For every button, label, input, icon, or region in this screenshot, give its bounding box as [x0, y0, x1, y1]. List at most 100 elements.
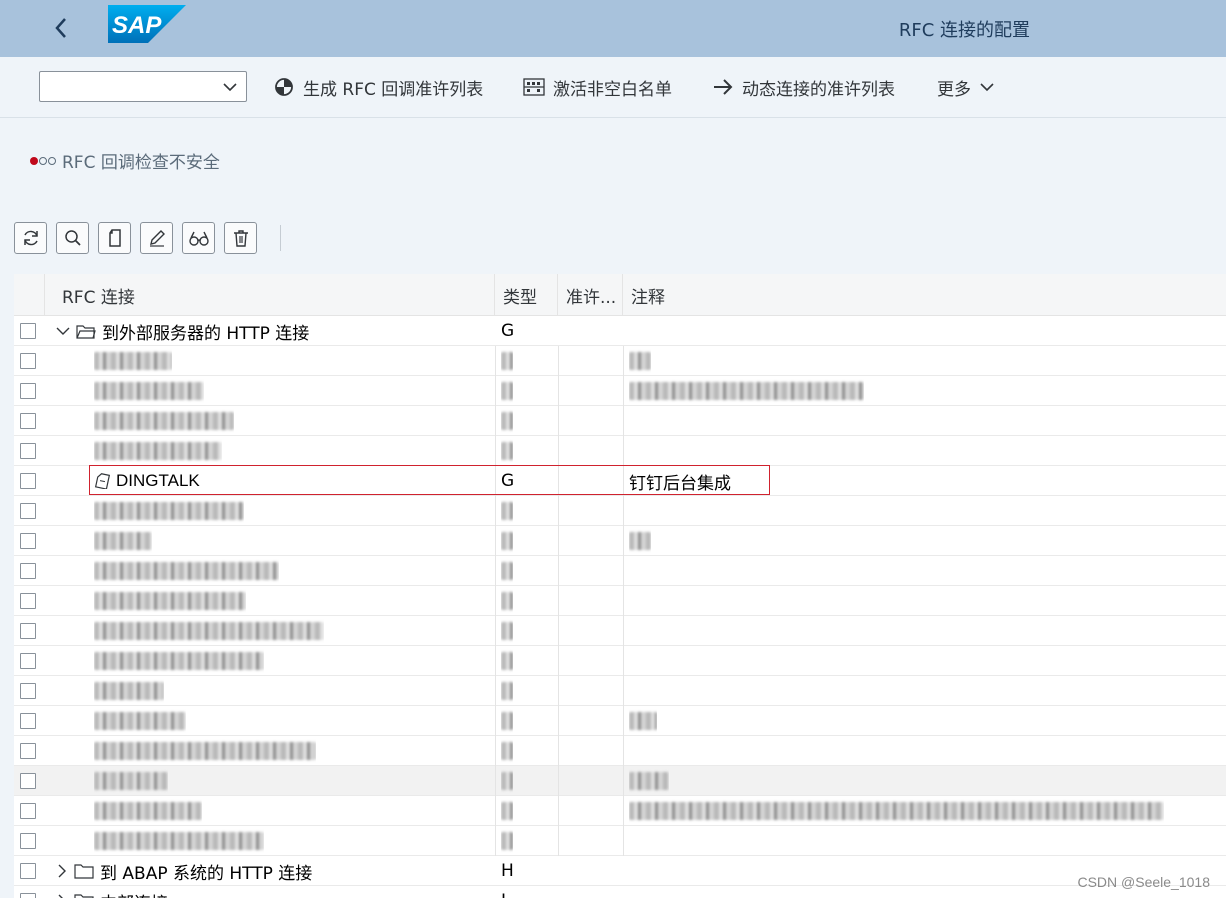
search-button[interactable] [56, 222, 89, 254]
app-toolbar: 生成 RFC 回调准许列表 激活非空白名单 动态连接的准许列表 更多 [0, 57, 1226, 118]
table-row[interactable]: DINGTALK G 钉钉后台集成 [14, 466, 1226, 496]
table-row[interactable] [14, 706, 1226, 736]
generate-callback-list-label: 生成 RFC 回调准许列表 [303, 79, 484, 100]
group-type: I [501, 886, 506, 898]
table-row[interactable] [14, 556, 1226, 586]
row-checkbox[interactable] [20, 503, 36, 519]
column-divider [495, 796, 496, 826]
connection-comment [629, 796, 1164, 826]
table-row[interactable] [14, 676, 1226, 706]
row-checkbox[interactable] [20, 863, 36, 879]
column-divider [623, 616, 624, 646]
column-divider [623, 496, 624, 526]
row-checkbox[interactable] [20, 473, 36, 489]
row-checkbox[interactable] [20, 443, 36, 459]
row-checkbox[interactable] [20, 743, 36, 759]
tree-toolbar [14, 222, 281, 254]
tree-group-row[interactable]: 内部连接 I [14, 886, 1226, 898]
column-header-type[interactable]: 类型 [495, 274, 558, 316]
refresh-icon [23, 230, 38, 246]
redacted-name [94, 502, 244, 520]
chevron-down-icon[interactable] [56, 325, 70, 337]
create-button[interactable] [98, 222, 131, 254]
table-row[interactable] [14, 586, 1226, 616]
table-row[interactable] [14, 616, 1226, 646]
table-row[interactable] [14, 796, 1226, 826]
column-divider [623, 466, 624, 496]
chevron-right-icon[interactable] [56, 864, 68, 878]
column-divider [558, 586, 559, 616]
delete-button[interactable] [224, 222, 257, 254]
row-checkbox[interactable] [20, 623, 36, 639]
row-checkbox[interactable] [20, 353, 36, 369]
row-checkbox[interactable] [20, 683, 36, 699]
display-button[interactable] [182, 222, 215, 254]
connection-name-cell [94, 766, 168, 796]
column-divider [558, 526, 559, 556]
chevron-right-icon[interactable] [56, 894, 68, 898]
table-row[interactable] [14, 496, 1226, 526]
connection-name-cell [94, 616, 324, 646]
table-row[interactable] [14, 736, 1226, 766]
row-checkbox[interactable] [20, 323, 36, 339]
table-row[interactable] [14, 376, 1226, 406]
redacted-name [94, 802, 202, 820]
table-row[interactable] [14, 646, 1226, 676]
row-checkbox[interactable] [20, 413, 36, 429]
column-divider [623, 706, 624, 736]
row-checkbox[interactable] [20, 893, 36, 898]
row-checkbox[interactable] [20, 533, 36, 549]
column-divider [558, 796, 559, 826]
row-checkbox[interactable] [20, 383, 36, 399]
tree-group-row[interactable]: 到 ABAP 系统的 HTTP 连接 H [14, 856, 1226, 886]
column-divider [495, 706, 496, 736]
connection-name-cell [94, 406, 234, 436]
table-row[interactable] [14, 526, 1226, 556]
list-grid-icon [523, 76, 545, 98]
table-row[interactable] [14, 766, 1226, 796]
connection-name-cell [94, 646, 264, 676]
status-text: RFC 回调检查不安全 [62, 153, 220, 173]
redacted-name [94, 532, 152, 550]
connection-type [501, 616, 513, 646]
row-checkbox[interactable] [20, 713, 36, 729]
column-divider [495, 676, 496, 706]
column-header-comment[interactable]: 注释 [623, 274, 1226, 316]
column-header-rfc[interactable]: RFC 连接 [45, 274, 495, 316]
activate-whitelist-button[interactable]: 激活非空白名单 [523, 74, 672, 100]
column-divider [623, 376, 624, 406]
connection-comment: 钉钉后台集成 [629, 473, 731, 494]
table-row[interactable] [14, 406, 1226, 436]
connection-name-cell [94, 676, 164, 706]
connection-comment [629, 706, 657, 736]
refresh-button[interactable] [14, 222, 47, 254]
connection-type [501, 706, 513, 736]
row-checkbox[interactable] [20, 773, 36, 789]
row-checkbox[interactable] [20, 563, 36, 579]
generate-callback-list-button[interactable]: 生成 RFC 回调准许列表 [273, 74, 483, 100]
row-checkbox[interactable] [20, 803, 36, 819]
connection-type [501, 676, 513, 706]
connection-comment [629, 376, 864, 406]
row-checkbox[interactable] [20, 833, 36, 849]
column-divider [558, 766, 559, 796]
tree-group-row[interactable]: 到外部服务器的 HTTP 连接 G [14, 316, 1226, 346]
pencil-icon [149, 230, 165, 247]
table-row[interactable] [14, 436, 1226, 466]
column-divider [495, 406, 496, 436]
connection-name-cell [94, 796, 202, 826]
table-row[interactable] [14, 826, 1226, 856]
connection-type: G [501, 471, 515, 491]
trash-icon [233, 230, 248, 247]
activate-whitelist-label: 激活非空白名单 [553, 79, 672, 100]
row-checkbox[interactable] [20, 653, 36, 669]
connection-name-cell [94, 586, 246, 616]
column-header-allowed[interactable]: 准许... [558, 274, 623, 316]
more-menu-button[interactable]: 更多 [937, 74, 995, 100]
variant-dropdown[interactable] [39, 71, 247, 102]
table-row[interactable] [14, 346, 1226, 376]
row-checkbox[interactable] [20, 593, 36, 609]
back-button[interactable] [46, 14, 76, 42]
dynamic-connection-list-button[interactable]: 动态连接的准许列表 [712, 74, 895, 100]
edit-button[interactable] [140, 222, 173, 254]
